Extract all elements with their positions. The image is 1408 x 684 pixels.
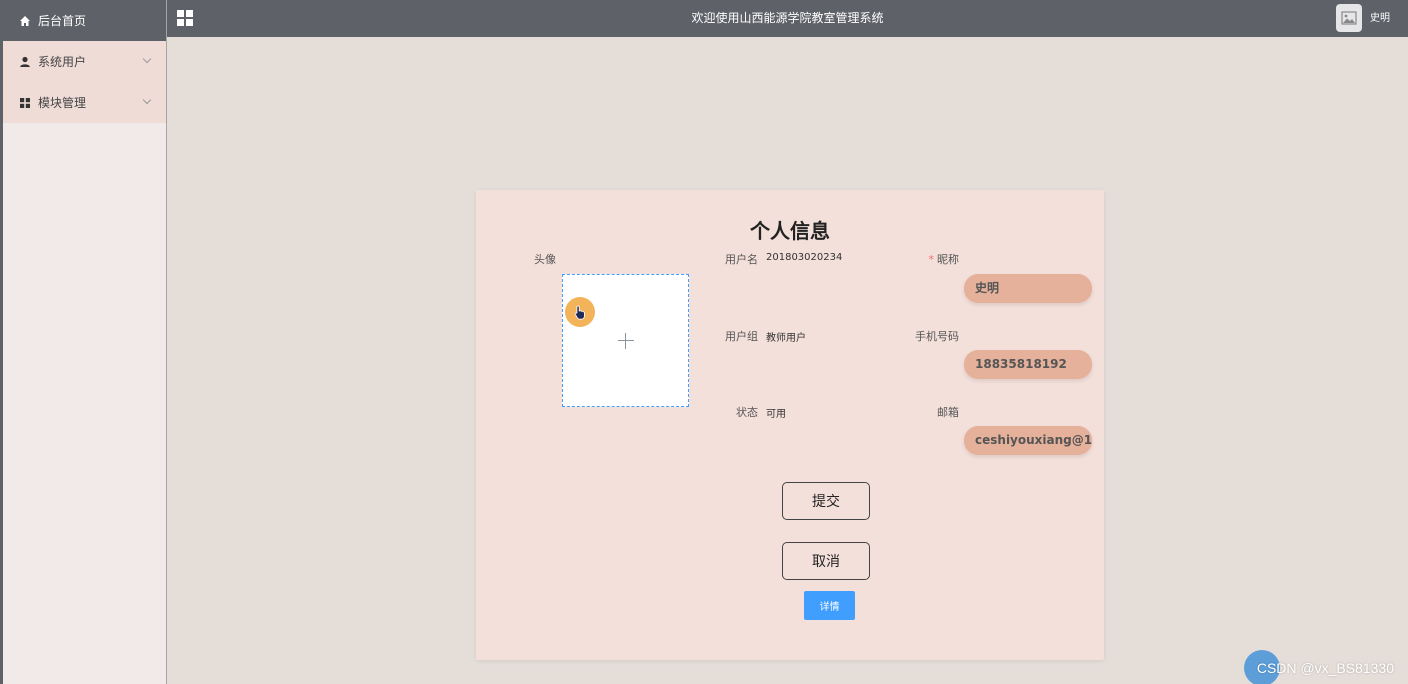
sidebar-item-home[interactable]: 后台首页 — [3, 0, 166, 41]
card-title: 个人信息 — [750, 219, 830, 243]
nickname-label-text: 昵称 — [937, 253, 959, 266]
grid-icon — [18, 96, 32, 110]
user-name[interactable]: 史明 — [1370, 0, 1390, 37]
nickname-input[interactable]: 史明 — [964, 274, 1092, 303]
user-icon — [18, 55, 32, 69]
plus-icon — [617, 332, 634, 349]
sidebar-item-module-management[interactable]: 模块管理 — [3, 82, 166, 123]
image-icon — [1341, 11, 1357, 25]
email-input[interactable]: ceshiyouxiang@12 — [964, 426, 1092, 455]
phone-label: 手机号码 — [915, 330, 959, 343]
nickname-label: * 昵称 — [889, 251, 960, 267]
status-label: 状态 — [736, 406, 758, 419]
sidebar-menu: 系统用户 模块管理 — [3, 41, 166, 123]
cancel-button[interactable]: 取消 — [782, 542, 870, 580]
sidebar-item-label: 后台首页 — [38, 14, 87, 28]
username-label: 用户名 — [725, 253, 758, 266]
sidebar: 后台首页 系统用户 模块管理 — [0, 0, 167, 684]
group-label: 用户组 — [725, 330, 758, 343]
detail-button[interactable]: 详情 — [804, 591, 855, 620]
profile-card: 个人信息 头像 用户名 201803020234 用户组 教师用户 状态 可用 … — [476, 190, 1104, 660]
status-value: 可用 — [766, 409, 786, 420]
sidebar-item-system-users[interactable]: 系统用户 — [3, 41, 166, 82]
phone-input[interactable]: 18835818192 — [964, 350, 1092, 379]
chevron-down-icon — [142, 54, 152, 64]
submit-button[interactable]: 提交 — [782, 482, 870, 520]
group-value: 教师用户 — [766, 333, 806, 344]
avatar-label: 头像 — [534, 253, 556, 266]
home-icon — [18, 14, 32, 28]
avatar[interactable] — [1336, 4, 1362, 32]
required-mark: * — [928, 253, 935, 266]
top-header: 欢迎使用山西能源学院教室管理系统 史明 — [167, 0, 1408, 37]
watermark-text: CSDN @vx_BS81330 — [1256, 660, 1394, 676]
chevron-down-icon — [142, 95, 152, 105]
hand-cursor-icon — [574, 305, 585, 320]
sidebar-item-label: 模块管理 — [38, 96, 87, 110]
avatar-uploader[interactable] — [562, 274, 689, 407]
sidebar-item-label: 系统用户 — [38, 55, 87, 69]
email-label: 邮箱 — [937, 406, 959, 419]
username-value: 201803020234 — [766, 252, 843, 263]
cursor-highlight — [565, 297, 595, 327]
page-title: 欢迎使用山西能源学院教室管理系统 — [691, 11, 884, 25]
